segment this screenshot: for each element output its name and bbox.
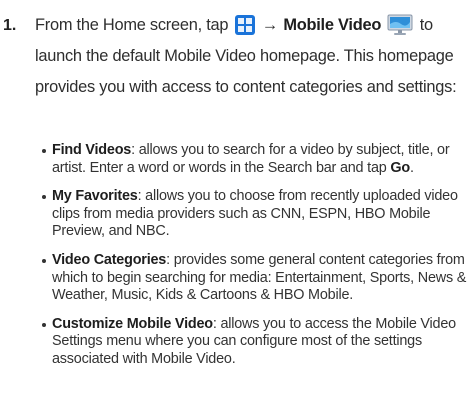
arrow-glyph: → [261,16,279,34]
step-1: 1. From the Home screen, tap → Mobile Vi… [3,10,469,103]
step-instruction: From the Home screen, tap → Mobile Video… [35,10,469,103]
app-name: Mobile Video [283,16,382,34]
bullet-term: My Favorites [52,188,138,205]
list-item: Customize Mobile Video: allows you to ac… [42,316,468,369]
apps-grid-icon [234,15,255,35]
list-item: Find Videos: allows you to search for a … [42,142,468,177]
bullet-emph: Go [390,159,410,176]
bullet-tail: . [409,159,414,176]
step-intro: From the Home screen, tap [35,16,229,34]
bullet-term: Customize Mobile Video [52,315,213,332]
bullet-term: Find Videos [52,142,132,158]
manual-page: 1. From the Home screen, tap → Mobile Vi… [0,0,472,397]
list-item: Video Categories: provides some general … [42,252,468,305]
mobile-video-monitor-icon [387,14,413,35]
feature-list: Find Videos: allows you to search for a … [42,142,468,380]
step-number: 1. [3,17,17,34]
bullet-term: Video Categories [52,251,167,268]
list-item: My Favorites: allows you to choose from … [42,188,468,241]
